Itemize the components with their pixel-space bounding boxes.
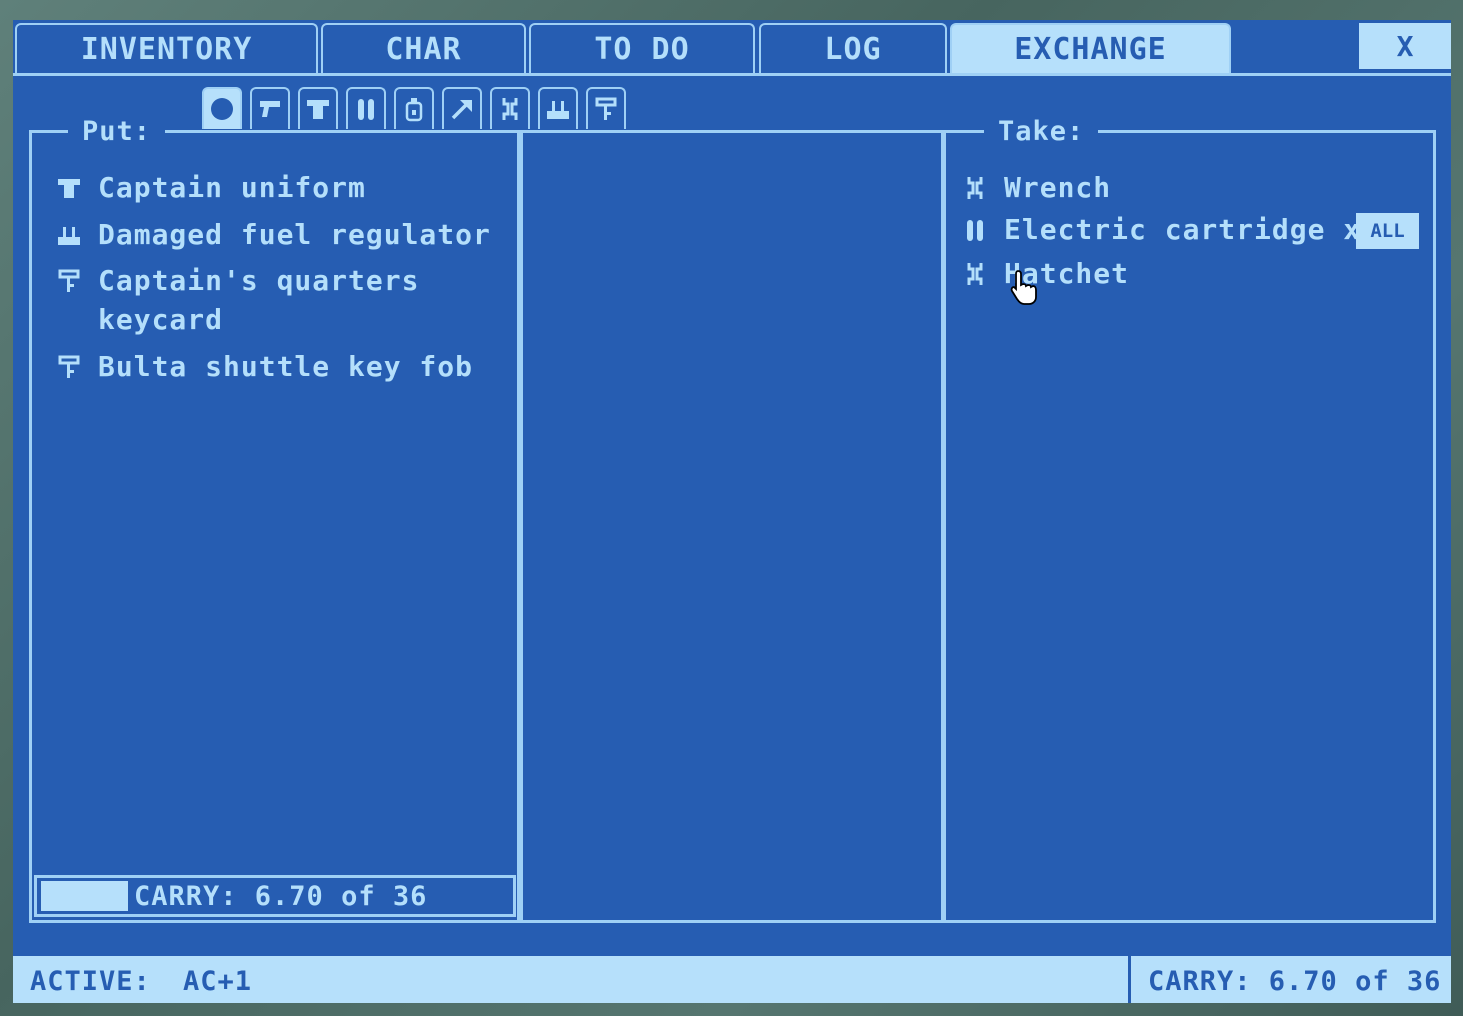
take-item[interactable]: Hatchet — [960, 254, 1129, 293]
key-icon — [54, 347, 84, 386]
filter-arrow-icon[interactable] — [442, 87, 482, 129]
put-item[interactable]: Captain uniform — [54, 168, 366, 207]
filter-cartridge-icon[interactable] — [346, 87, 386, 129]
wrench-icon — [960, 254, 990, 293]
wrench-icon — [960, 168, 990, 207]
put-item[interactable]: Captain's quarters keycard — [54, 261, 434, 339]
filter-key-icon[interactable] — [586, 87, 626, 129]
item-label: Wrench — [1004, 171, 1112, 204]
hand-cursor-icon — [1010, 270, 1037, 305]
shirt-icon — [54, 168, 84, 207]
take-legend: Take: — [984, 116, 1099, 147]
filter-wrench-icon[interactable] — [490, 87, 530, 129]
tab-inventory[interactable]: INVENTORY — [15, 23, 318, 73]
tab-exchange[interactable]: EXCHANGE — [950, 23, 1231, 73]
filter-shirt-icon[interactable] — [298, 87, 338, 129]
put-item[interactable]: Bulta shuttle key fob — [54, 347, 473, 386]
carry-bar: CARRY: 6.70 of 36 — [34, 875, 516, 917]
cartridge-icon — [960, 210, 990, 249]
part-icon — [54, 215, 84, 254]
item-label: Damaged fuel regulator — [98, 218, 491, 251]
middle-panel — [520, 130, 944, 923]
active-label: ACTIVE: — [30, 966, 151, 997]
tab-todo[interactable]: TO DO — [529, 23, 755, 73]
take-item[interactable]: Wrench — [960, 168, 1111, 207]
filter-pistol-icon[interactable] — [250, 87, 290, 129]
put-legend: Put: — [68, 116, 166, 147]
filter-part-icon[interactable] — [538, 87, 578, 129]
item-label: Captain's quarters keycard — [98, 264, 420, 336]
item-label: Captain uniform — [98, 171, 366, 204]
status-carry-text: CARRY: 6.70 of 36 — [1148, 966, 1442, 997]
filter-all-circle-icon[interactable] — [202, 87, 242, 129]
take-item[interactable]: Electric cartridge x5 — [960, 210, 1379, 249]
status-bar: ACTIVE: AC+1 CARRY: 6.70 of 36 — [13, 956, 1451, 1003]
carry-text: CARRY: 6.70 of 36 — [134, 880, 428, 912]
tab-char[interactable]: CHAR — [321, 23, 526, 73]
tab-log[interactable]: LOG — [759, 23, 947, 73]
status-divider — [1128, 956, 1131, 1003]
item-label: Bulta shuttle key fob — [98, 350, 474, 383]
filter-canister-icon[interactable] — [394, 87, 434, 129]
exchange-window: INVENTORY CHAR TO DO LOG EXCHANGE X Put:… — [13, 20, 1451, 1003]
key-icon — [54, 261, 84, 300]
active-value: AC+1 — [183, 966, 253, 997]
tab-underline — [13, 73, 1451, 76]
item-label: Electric cartridge x5 — [1004, 213, 1380, 246]
carry-bar-fill — [41, 881, 128, 911]
close-button[interactable]: X — [1359, 23, 1451, 69]
put-item[interactable]: Damaged fuel regulator — [54, 215, 491, 254]
take-all-button[interactable]: ALL — [1356, 213, 1419, 249]
